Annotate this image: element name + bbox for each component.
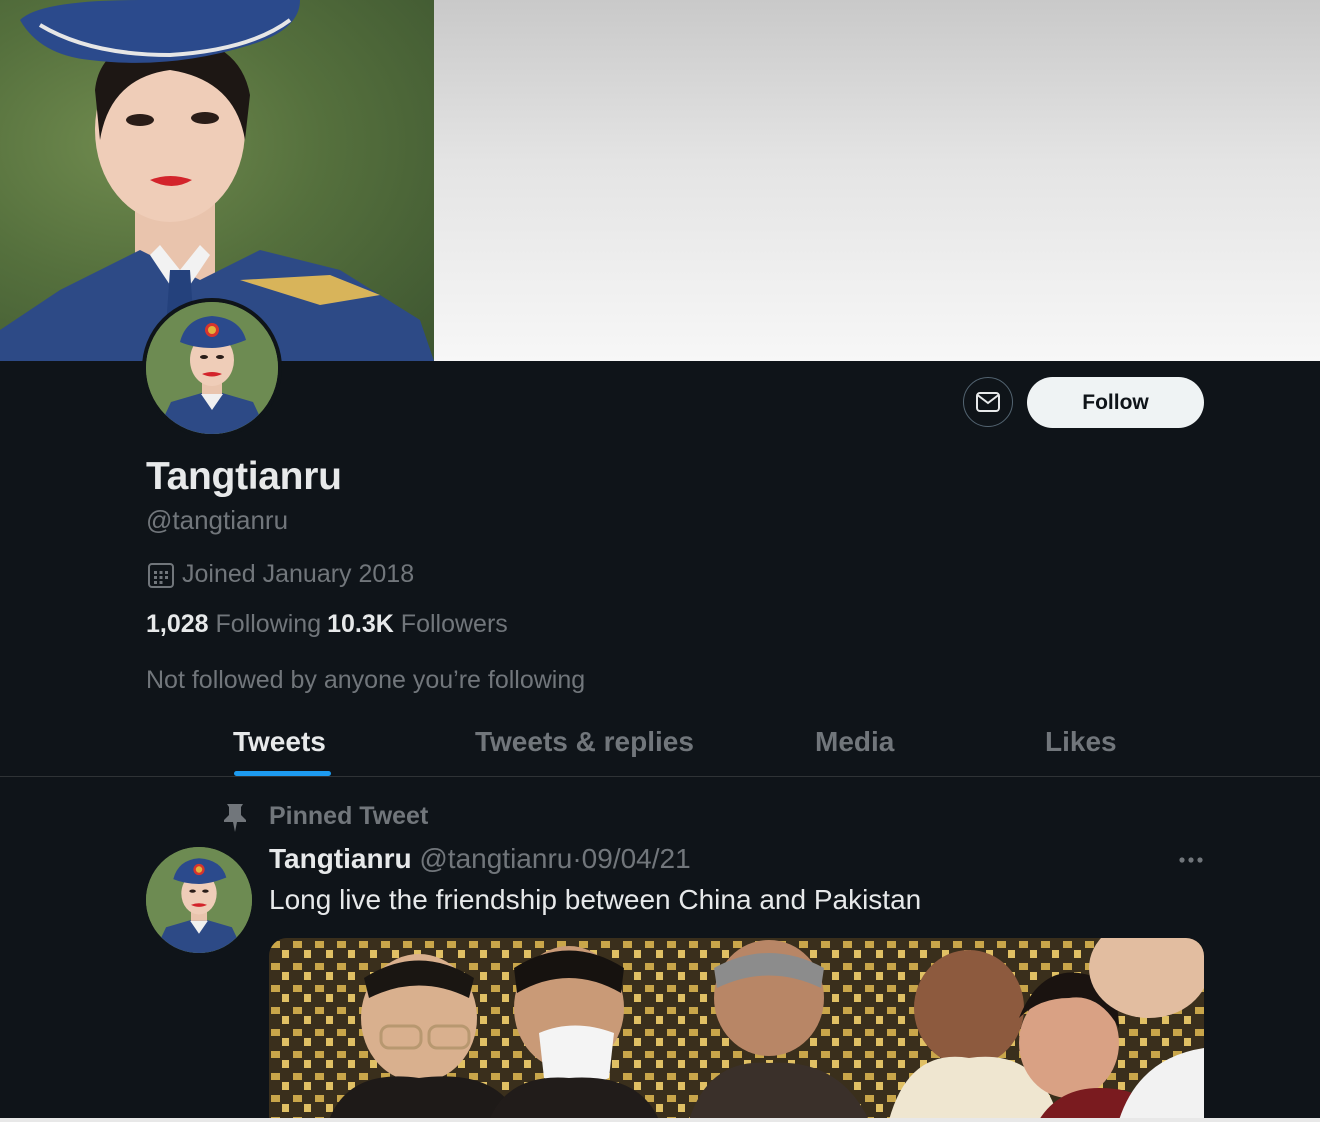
profile-handle: @tangtianru xyxy=(146,505,289,535)
pinned-indicator: Pinned Tweet xyxy=(222,802,428,832)
active-tab-indicator xyxy=(234,771,331,776)
tweet-date[interactable]: 09/04/21 xyxy=(582,843,691,874)
following-label: Following xyxy=(215,610,322,638)
tab-likes[interactable]: Likes xyxy=(1045,726,1117,782)
followers-count: 10.3K xyxy=(327,610,394,638)
bottom-edge xyxy=(0,1118,1320,1122)
tweet-author-avatar[interactable] xyxy=(146,847,252,953)
profile-tabs: Tweets Tweets & replies Media Likes xyxy=(0,720,1320,777)
profile-avatar[interactable] xyxy=(142,298,282,438)
pin-icon xyxy=(224,804,246,832)
tweet-separator: · xyxy=(572,843,582,874)
more-options-icon[interactable] xyxy=(1176,850,1206,870)
profile-display-name: Tangtianru xyxy=(146,455,342,498)
follow-button[interactable]: Follow xyxy=(1027,377,1204,428)
tab-media[interactable]: Media xyxy=(815,726,894,782)
joined-text: Joined January 2018 xyxy=(182,560,415,588)
pinned-label: Pinned Tweet xyxy=(269,802,429,830)
tweet-author-handle[interactable]: @tangtianru xyxy=(419,843,572,874)
tab-tweets-replies[interactable]: Tweets & replies xyxy=(475,726,694,782)
message-button[interactable] xyxy=(963,377,1013,427)
joined-date: Joined January 2018 xyxy=(147,560,414,589)
following-link[interactable]: 1,028 Following xyxy=(146,610,321,639)
envelope-icon xyxy=(976,392,1000,412)
not-followed-notice: Not followed by anyone you’re following xyxy=(146,666,586,694)
followers-link[interactable]: 10.3K Followers xyxy=(327,610,508,639)
follow-stats: 1,028 Following 10.3K Followers xyxy=(146,610,514,639)
followers-label: Followers xyxy=(400,610,508,638)
tweet-text: Long live the friendship between China a… xyxy=(269,884,922,915)
tweet-header: Tangtianru @tangtianru·09/04/21 xyxy=(269,843,691,875)
following-count: 1,028 xyxy=(146,610,209,638)
calendar-icon xyxy=(148,562,174,588)
tweet-author-name[interactable]: Tangtianru xyxy=(269,843,412,874)
tweet-media-image[interactable] xyxy=(269,938,1204,1120)
